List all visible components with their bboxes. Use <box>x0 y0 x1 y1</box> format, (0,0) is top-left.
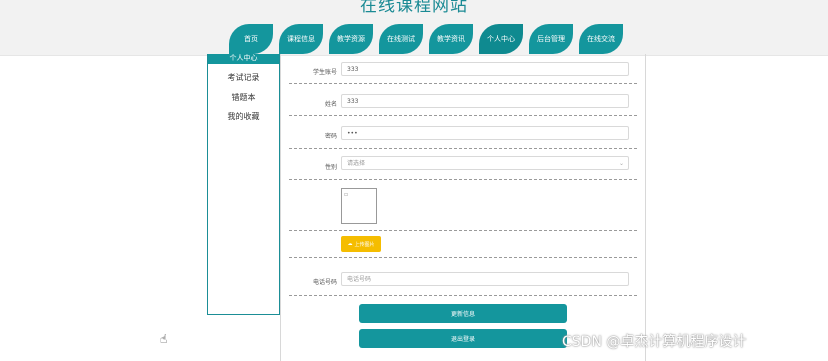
nav-online-chat[interactable]: 在线交流 <box>579 24 623 54</box>
phone-label: 电话号码 <box>312 279 337 286</box>
form-row-upload: ☁ 上传图片 <box>289 230 637 258</box>
student-id-input[interactable]: 333 <box>341 62 629 76</box>
avatar-image: ▫ <box>341 188 377 224</box>
gender-label: 性别 <box>324 164 337 171</box>
nav-home[interactable]: 首页 <box>229 24 273 54</box>
watermark: CSDN @卓杰计算机程序设计 <box>562 334 747 350</box>
form-row-phone: 电话号码 电话号码 <box>289 264 637 296</box>
password-input[interactable]: ••• <box>341 126 629 140</box>
form-row-name: 姓名 333 <box>289 90 637 116</box>
gender-select-value: 请选择 <box>347 160 366 167</box>
nav-teaching-news[interactable]: 教学资讯 <box>429 24 473 54</box>
form-row-student-id: 学生账号 333 <box>289 58 637 84</box>
main-nav: 首页 课程信息 教学资源 在线测试 教学资讯 个人中心 后台管理 在线交流 <box>0 0 828 55</box>
name-label: 姓名 <box>324 101 337 108</box>
name-input[interactable]: 333 <box>341 94 629 108</box>
form-row-avatar: ▫ <box>289 184 637 231</box>
chevron-down-icon: ⌄ <box>618 160 624 167</box>
nav-course-info[interactable]: 课程信息 <box>279 24 323 54</box>
sidebar-item-wrong-questions[interactable]: 错题本 <box>208 92 279 103</box>
sidebar-header: 个人中心 <box>208 54 279 64</box>
header-bar: 在线课程网站 首页 课程信息 教学资源 在线测试 教学资讯 个人中心 后台管理 … <box>0 0 828 56</box>
nav-teaching-resources[interactable]: 教学资源 <box>329 24 373 54</box>
mouse-cursor-icon: ☝ <box>160 332 168 346</box>
form-row-gender: 性别 请选择 ⌄ <box>289 154 637 180</box>
student-id-label: 学生账号 <box>312 69 337 76</box>
nav-online-test[interactable]: 在线测试 <box>379 24 423 54</box>
nav-admin[interactable]: 后台管理 <box>529 24 573 54</box>
password-label: 密码 <box>324 133 337 140</box>
sidebar-item-exam-records[interactable]: 考试记录 <box>208 72 279 83</box>
update-info-button[interactable]: 更新信息 <box>359 304 567 323</box>
upload-image-button[interactable]: ☁ 上传图片 <box>341 236 381 252</box>
form-row-password: 密码 ••• <box>289 122 637 149</box>
nav-personal-center[interactable]: 个人中心 <box>479 24 523 54</box>
gender-select[interactable]: 请选择 ⌄ <box>341 156 629 170</box>
logout-button[interactable]: 退出登录 <box>359 329 567 348</box>
sidebar: 个人中心 考试记录 错题本 我的收藏 <box>207 54 280 315</box>
broken-image-icon: ▫ <box>344 191 349 198</box>
sidebar-item-favorites[interactable]: 我的收藏 <box>208 111 279 122</box>
upload-image-label: 上传图片 <box>354 241 375 248</box>
phone-input[interactable]: 电话号码 <box>341 272 629 286</box>
profile-form: 学生账号 333 姓名 333 密码 ••• 性别 请选择 ⌄ ▫ ☁ 上传图片… <box>280 54 646 361</box>
cloud-upload-icon: ☁ <box>347 241 353 247</box>
